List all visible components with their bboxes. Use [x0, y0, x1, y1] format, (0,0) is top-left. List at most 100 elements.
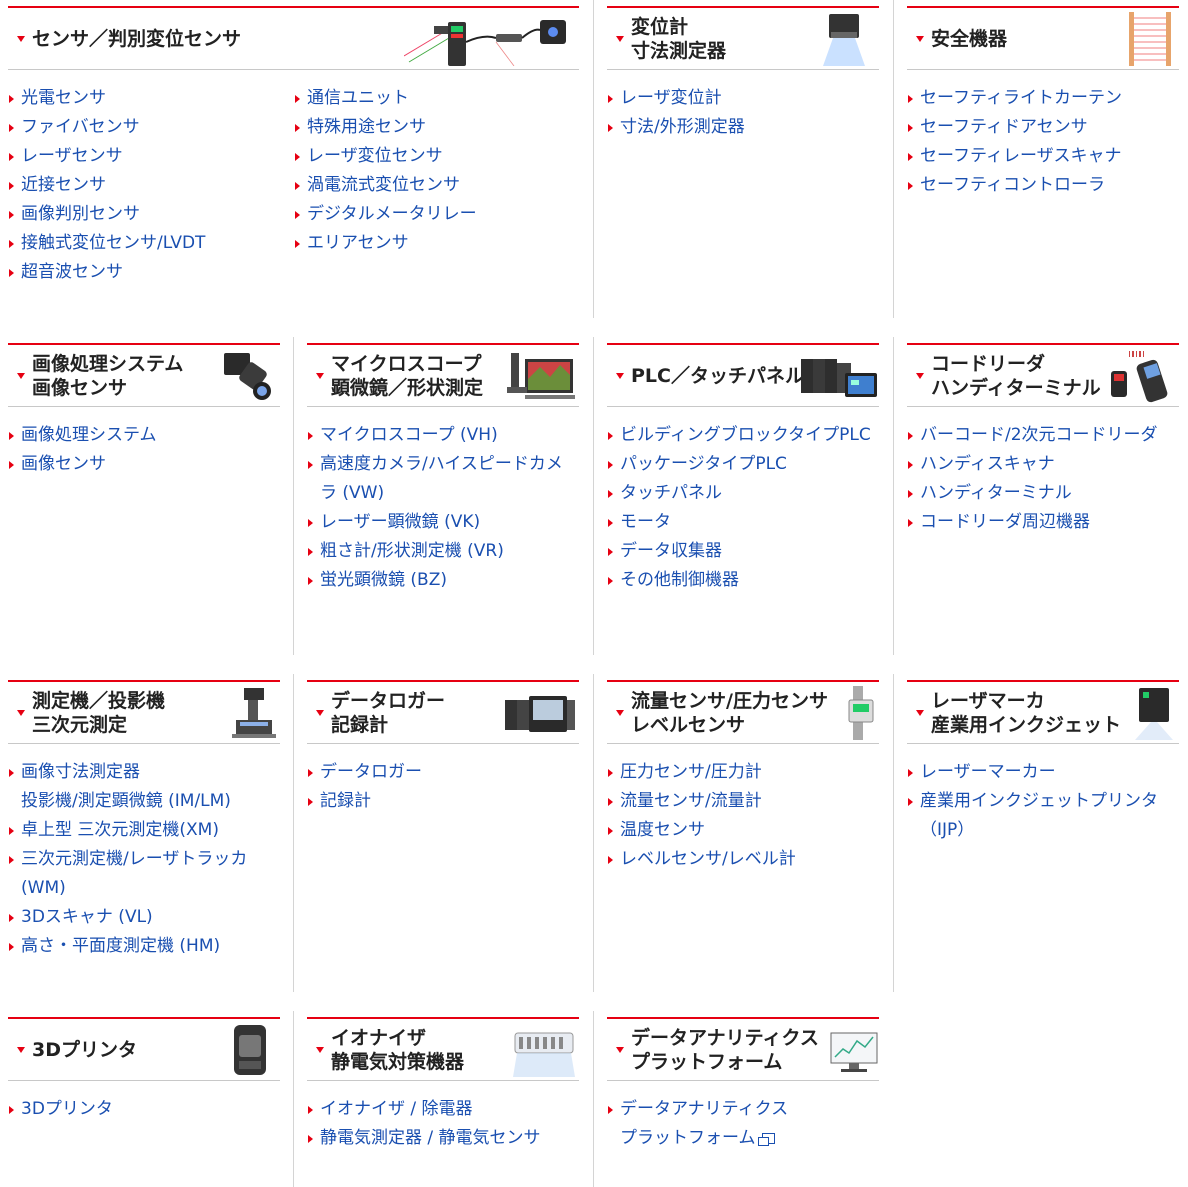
- link-item[interactable]: 高速度カメラ/ハイスピードカメ ラ (VW): [307, 450, 577, 508]
- link-item[interactable]: レーザ変位計: [607, 84, 745, 113]
- link-text[interactable]: 記録計: [320, 791, 371, 811]
- link-item[interactable]: セーフティレーザスキャナ: [907, 142, 1122, 171]
- link-text[interactable]: レーザセンサ: [21, 146, 123, 166]
- link-item[interactable]: データロガー: [307, 758, 422, 787]
- link-item[interactable]: ハンディターミナル: [907, 479, 1158, 508]
- link-text[interactable]: ビルディングブロックタイプPLC: [620, 425, 871, 445]
- category-header[interactable]: データアナリティクス プラットフォーム: [607, 1017, 879, 1081]
- category-header[interactable]: レーザマーカ 産業用インクジェット: [907, 680, 1179, 744]
- link-item[interactable]: セーフティライトカーテン: [907, 84, 1122, 113]
- link-text[interactable]: 圧力センサ/圧力計: [620, 762, 762, 782]
- link-text[interactable]: バーコード/2次元コードリーダ: [920, 425, 1158, 445]
- category-header[interactable]: 3Dプリンタ: [8, 1017, 280, 1081]
- link-item[interactable]: 寸法/外形測定器: [607, 113, 745, 142]
- link-text[interactable]: 接触式変位センサ/LVDT: [21, 233, 205, 253]
- link-text[interactable]: 特殊用途センサ: [307, 117, 426, 137]
- link-item[interactable]: タッチパネル: [607, 479, 871, 508]
- link-item[interactable]: セーフティコントローラ: [907, 171, 1122, 200]
- link-item[interactable]: 圧力センサ/圧力計: [607, 758, 796, 787]
- link-text[interactable]: その他制御機器: [620, 570, 739, 590]
- link-text[interactable]: 画像判別センサ: [21, 204, 140, 224]
- link-text[interactable]: 近接センサ: [21, 175, 106, 195]
- link-item[interactable]: 光電センサ: [8, 84, 205, 113]
- link-item[interactable]: ビルディングブロックタイプPLC: [607, 421, 871, 450]
- link-text[interactable]: セーフティドアセンサ: [920, 117, 1088, 137]
- link-text[interactable]: レーザ変位センサ: [307, 146, 443, 166]
- link-text[interactable]: 静電気測定器 / 静電気センサ: [320, 1128, 541, 1148]
- link-item[interactable]: コードリーダ周辺機器: [907, 508, 1158, 537]
- link-text[interactable]: 蛍光顕微鏡 (BZ): [320, 570, 447, 590]
- link-text[interactable]: セーフティレーザスキャナ: [920, 146, 1121, 166]
- category-header[interactable]: 変位計 寸法測定器: [607, 6, 879, 70]
- link-text[interactable]: 卓上型 三次元測定機(XM): [21, 820, 219, 840]
- category-header[interactable]: 測定機／投影機 三次元測定: [8, 680, 280, 744]
- link-text[interactable]: 温度センサ: [620, 820, 705, 840]
- category-header[interactable]: 安全機器: [907, 6, 1179, 70]
- link-item[interactable]: 通信ユニット: [294, 84, 477, 113]
- category-header[interactable]: イオナイザ 静電気対策機器: [307, 1017, 579, 1081]
- link-text[interactable]: 粗さ計/形状測定機 (VR): [320, 541, 504, 561]
- link-item[interactable]: レーザーマーカー: [907, 758, 1177, 787]
- link-item[interactable]: レーザ変位センサ: [294, 142, 477, 171]
- category-header[interactable]: 画像処理システム 画像センサ: [8, 343, 280, 407]
- category-header[interactable]: マイクロスコープ 顕微鏡／形状測定: [307, 343, 579, 407]
- link-text[interactable]: 渦電流式変位センサ: [307, 175, 460, 195]
- link-item[interactable]: レーザー顕微鏡 (VK): [307, 508, 577, 537]
- link-item[interactable]: 超音波センサ: [8, 258, 205, 287]
- link-item[interactable]: 流量センサ/流量計: [607, 787, 796, 816]
- link-text[interactable]: ファイバセンサ: [21, 117, 140, 137]
- link-item[interactable]: データアナリティクス プラットフォーム: [607, 1095, 788, 1153]
- link-item[interactable]: ファイバセンサ: [8, 113, 205, 142]
- link-item[interactable]: パッケージタイプPLC: [607, 450, 871, 479]
- link-item[interactable]: エリアセンサ: [294, 229, 477, 258]
- link-text[interactable]: モータ: [620, 512, 671, 532]
- category-header[interactable]: データロガー 記録計: [307, 680, 579, 744]
- link-item[interactable]: マイクロスコープ (VH): [307, 421, 577, 450]
- link-item[interactable]: 画像寸法測定器 投影機/測定顕微鏡 (IM/LM): [8, 758, 278, 816]
- link-text[interactable]: 高さ・平面度測定機 (HM): [21, 936, 220, 956]
- link-text[interactable]: マイクロスコープ (VH): [320, 425, 498, 445]
- link-item[interactable]: 粗さ計/形状測定機 (VR): [307, 537, 577, 566]
- link-text[interactable]: イオナイザ / 除電器: [320, 1099, 473, 1119]
- link-text[interactable]: 超音波センサ: [21, 262, 123, 282]
- category-header[interactable]: PLC／タッチパネル: [607, 343, 879, 407]
- link-item[interactable]: バーコード/2次元コードリーダ: [907, 421, 1158, 450]
- link-text[interactable]: 光電センサ: [21, 88, 106, 108]
- link-item[interactable]: 静電気測定器 / 静電気センサ: [307, 1124, 541, 1153]
- link-item[interactable]: 接触式変位センサ/LVDT: [8, 229, 205, 258]
- link-text[interactable]: 画像処理システム: [21, 425, 157, 445]
- link-item[interactable]: デジタルメータリレー: [294, 200, 477, 229]
- link-item[interactable]: イオナイザ / 除電器: [307, 1095, 541, 1124]
- link-item[interactable]: 温度センサ: [607, 816, 796, 845]
- link-item[interactable]: レベルセンサ/レベル計: [607, 845, 796, 874]
- link-item[interactable]: 産業用インクジェットプリンタ （IJP）: [907, 787, 1177, 845]
- link-item[interactable]: 記録計: [307, 787, 422, 816]
- link-text[interactable]: デジタルメータリレー: [307, 204, 477, 224]
- link-text[interactable]: 画像センサ: [21, 454, 106, 474]
- link-text[interactable]: レベルセンサ/レベル計: [620, 849, 796, 869]
- link-text[interactable]: ハンディスキャナ: [920, 454, 1055, 474]
- category-header[interactable]: 流量センサ/圧力センサ レベルセンサ: [607, 680, 879, 744]
- category-header[interactable]: コードリーダ ハンディターミナル: [907, 343, 1179, 407]
- link-text[interactable]: 高速度カメラ/ハイスピードカメ ラ (VW): [320, 454, 563, 503]
- link-item[interactable]: ハンディスキャナ: [907, 450, 1158, 479]
- link-text[interactable]: 通信ユニット: [307, 88, 409, 108]
- category-header[interactable]: センサ／判別変位センサ: [8, 6, 579, 70]
- link-item[interactable]: セーフティドアセンサ: [907, 113, 1122, 142]
- link-item[interactable]: 三次元測定機/レーザトラッカ (WM): [8, 845, 278, 903]
- link-text[interactable]: 産業用インクジェットプリンタ （IJP）: [920, 791, 1158, 840]
- link-text[interactable]: 画像寸法測定器 投影機/測定顕微鏡 (IM/LM): [21, 762, 231, 811]
- link-item[interactable]: 3Dプリンタ: [8, 1095, 113, 1124]
- link-item[interactable]: 3Dスキャナ (VL): [8, 903, 278, 932]
- link-item[interactable]: 卓上型 三次元測定機(XM): [8, 816, 278, 845]
- link-text[interactable]: タッチパネル: [620, 483, 722, 503]
- link-text[interactable]: 寸法/外形測定器: [620, 117, 745, 137]
- link-item[interactable]: 高さ・平面度測定機 (HM): [8, 932, 278, 961]
- link-text[interactable]: エリアセンサ: [307, 233, 409, 253]
- link-item[interactable]: 画像センサ: [8, 450, 157, 479]
- link-item[interactable]: 特殊用途センサ: [294, 113, 477, 142]
- link-text[interactable]: 3Dスキャナ (VL): [21, 907, 153, 927]
- link-text[interactable]: パッケージタイプPLC: [620, 454, 787, 474]
- link-text[interactable]: レーザーマーカー: [920, 762, 1056, 782]
- link-text[interactable]: データロガー: [320, 762, 422, 782]
